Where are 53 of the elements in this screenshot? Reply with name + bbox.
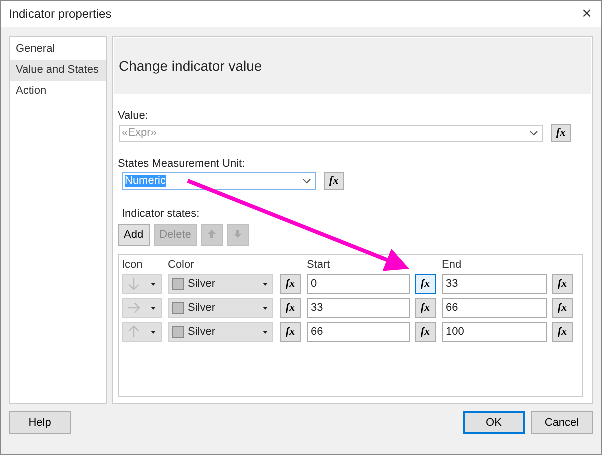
color-dropdown[interactable]: Silver: [168, 322, 273, 342]
add-button[interactable]: Add: [118, 224, 150, 246]
column-header: Color: [168, 259, 196, 272]
expression-button[interactable]: fx: [280, 298, 301, 318]
sidebar-item[interactable]: General: [10, 39, 106, 60]
expression-button[interactable]: fx: [280, 322, 301, 342]
sidebar-item[interactable]: Action: [10, 81, 106, 102]
cancel-button[interactable]: Cancel: [531, 411, 593, 434]
expression-button[interactable]: fx: [415, 298, 436, 318]
column-header: Icon: [122, 259, 144, 272]
start-field[interactable]: 0: [307, 274, 410, 294]
caret-icon: [263, 282, 268, 286]
chevron-icon: [530, 130, 538, 136]
chevron-icon: [303, 178, 311, 184]
arrow-down-icon: [233, 228, 244, 238]
expression-button[interactable]: fx: [552, 298, 573, 318]
caret-icon: [151, 330, 156, 334]
end-field[interactable]: 66: [442, 298, 547, 318]
expression-button[interactable]: fx: [280, 274, 301, 294]
column-header: End: [442, 259, 463, 272]
end-field[interactable]: 100: [442, 322, 547, 342]
column-header: Start: [307, 259, 332, 272]
arrow-up-icon: [207, 228, 218, 238]
section-label: Indicator states:: [122, 208, 201, 220]
end-field[interactable]: 33: [442, 274, 547, 294]
down-arrow-icon: [126, 276, 142, 292]
start-field[interactable]: 66: [307, 322, 410, 342]
expression-button[interactable]: fx: [415, 322, 436, 342]
caret-icon: [151, 306, 156, 310]
caret-icon: [263, 330, 268, 334]
field-label: States Measurement Unit:: [118, 158, 246, 170]
close-button[interactable]: ×: [582, 4, 592, 24]
expression-button[interactable]: fx: [415, 274, 436, 294]
expression-button[interactable]: fx: [324, 172, 344, 190]
icon-dropdown[interactable]: [122, 298, 162, 318]
color-dropdown[interactable]: Silver: [168, 274, 273, 294]
sidebar-item[interactable]: Value and States: [10, 60, 106, 81]
ok-button[interactable]: OK: [463, 411, 525, 434]
color-dropdown[interactable]: Silver: [168, 298, 273, 318]
icon-dropdown[interactable]: [122, 322, 162, 342]
field-label: Value:: [118, 110, 150, 122]
expression-button[interactable]: fx: [552, 322, 573, 342]
expression-button[interactable]: fx: [552, 274, 573, 294]
right-arrow-icon: [126, 300, 142, 316]
window-title: Indicator properties: [9, 7, 112, 21]
help-button[interactable]: Help: [9, 411, 71, 434]
caret-icon: [151, 282, 156, 286]
start-field[interactable]: 33: [307, 298, 410, 318]
caret-icon: [263, 306, 268, 310]
expression-button[interactable]: fx: [551, 124, 571, 142]
page-title: Change indicator value: [119, 58, 262, 74]
up-arrow-icon: [126, 324, 142, 340]
icon-dropdown[interactable]: [122, 274, 162, 294]
